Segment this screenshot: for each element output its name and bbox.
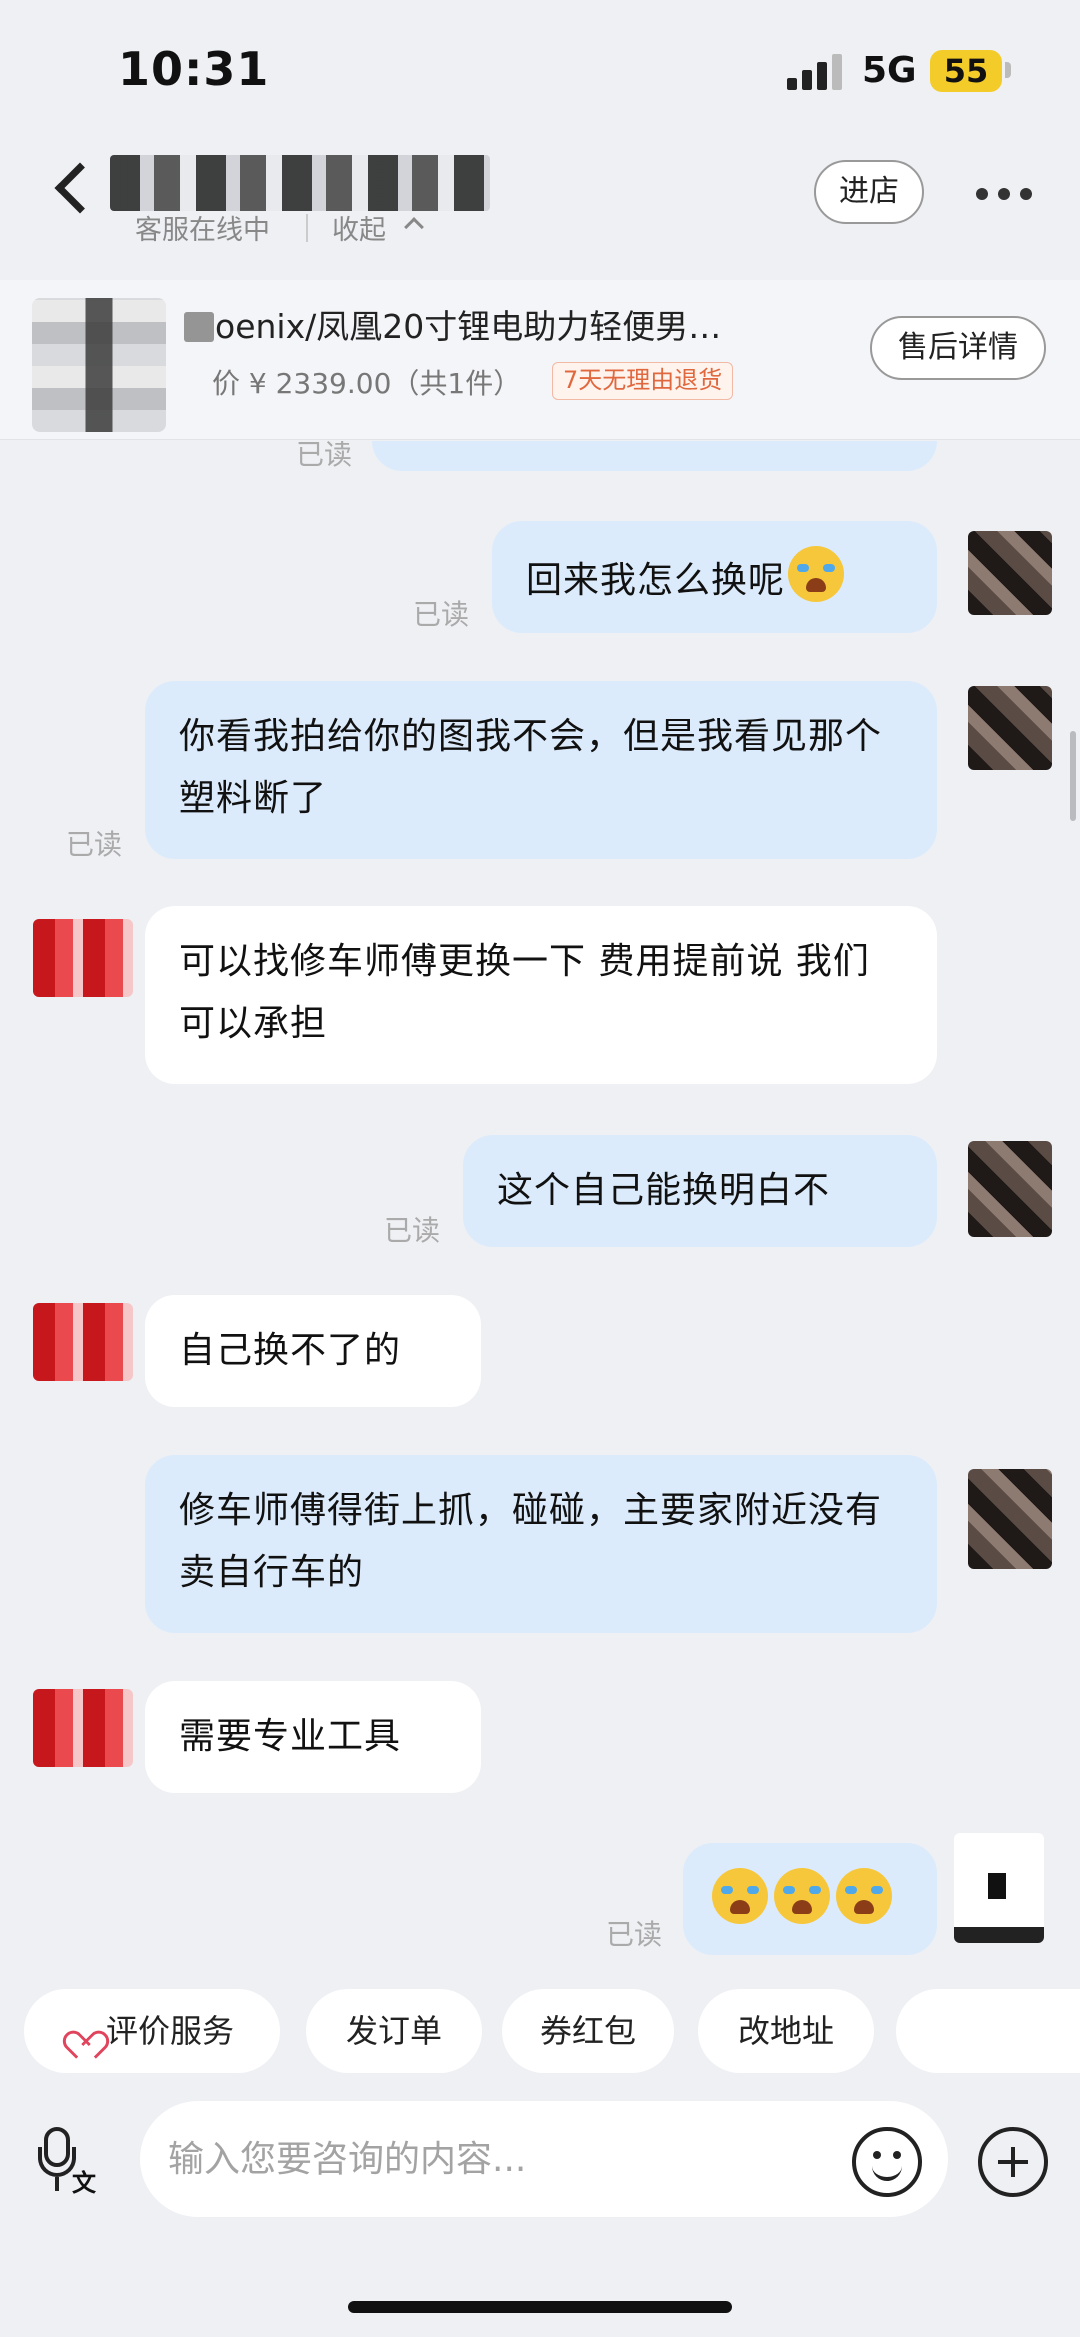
message-bubble[interactable]: 需要专业工具 <box>145 1681 481 1793</box>
message-text: 你看我拍给你的图我不会，但是我看见那个塑料断了 <box>179 716 883 819</box>
crying-laughing-emoji <box>788 546 845 602</box>
heart-icon <box>70 2019 96 2045</box>
customer-service-status: 客服在线中 <box>135 215 270 246</box>
collapse-toggle[interactable]: 收起 <box>332 208 386 247</box>
smile-icon[interactable] <box>852 2127 922 2197</box>
message-text: 回来我怎么换呢 <box>526 560 786 601</box>
message-bubble[interactable]: 自己换不了的 <box>145 1295 481 1407</box>
chip-label: 改地址 <box>737 2012 834 2050</box>
home-indicator[interactable] <box>348 2301 732 2313</box>
shop-name-redacted <box>110 155 490 211</box>
status-bar: 10:31 5G 55 <box>0 0 1080 140</box>
coupon-chip[interactable]: 券红包 <box>502 1989 674 2073</box>
message-text: 自己换不了的 <box>179 1330 402 1371</box>
signal-icon <box>787 54 843 90</box>
chevron-up-icon[interactable] <box>404 217 424 237</box>
product-price: 价 ¥ 2339.00（共1件） <box>212 367 522 400</box>
product-card[interactable]: oenix/凤凰20寸锂电助力轻便男… 价 ¥ 2339.00（共1件） 7天无… <box>0 280 1080 440</box>
plus-circle-icon[interactable] <box>978 2127 1048 2197</box>
send-order-chip[interactable]: 发订单 <box>306 1989 482 2073</box>
loudly-crying-emoji <box>774 1868 830 1924</box>
message-bubble-partial <box>372 441 937 471</box>
chevron-left-icon[interactable] <box>54 162 106 214</box>
avatar <box>968 1469 1052 1569</box>
message-text: 需要专业工具 <box>179 1716 402 1757</box>
message-text: 修车师傅得街上抓，碰碰，主要家附近没有卖自行车的 <box>179 1490 883 1593</box>
loudly-crying-emoji <box>712 1868 768 1924</box>
return-policy-badge: 7天无理由退货 <box>552 362 734 400</box>
message-bubble[interactable]: 回来我怎么换呢 <box>492 521 937 633</box>
input-bar: 文 <box>0 2085 1080 2235</box>
chat-messages[interactable]: 已读 已读 回来我怎么换呢 已读 你看我拍给你的图我不会，但是我看见那个塑料断了… <box>0 441 1080 1981</box>
more-horizontal-icon[interactable] <box>976 188 1032 200</box>
message-bubble[interactable]: 这个自己能换明白不 <box>463 1135 937 1247</box>
battery-indicator: 55 <box>930 50 1002 92</box>
product-title[interactable]: oenix/凤凰20寸锂电助力轻便男… <box>215 300 815 348</box>
product-thumbnail[interactable] <box>32 298 166 432</box>
quick-action-bar: 评价服务 发订单 券红包 改地址 <box>0 1981 1080 2081</box>
change-address-chip[interactable]: 改地址 <box>698 1989 874 2073</box>
chip-label: 发订单 <box>345 2012 442 2050</box>
network-type: 5G <box>862 50 917 91</box>
more-chip-partial[interactable] <box>896 1989 1080 2073</box>
message-bubble[interactable]: 你看我拍给你的图我不会，但是我看见那个塑料断了 <box>145 681 937 859</box>
read-receipt: 已读 <box>296 441 353 471</box>
avatar <box>968 531 1052 615</box>
avatar <box>33 1689 133 1767</box>
battery-tip <box>1005 62 1011 78</box>
read-receipt: 已读 <box>384 1214 441 1247</box>
after-sale-details-button[interactable]: 售后详情 <box>870 316 1046 380</box>
loudly-crying-emoji <box>836 1868 892 1924</box>
avatar <box>954 1833 1044 1943</box>
message-bubble[interactable] <box>683 1843 937 1955</box>
status-time: 10:31 <box>118 42 270 96</box>
read-receipt: 已读 <box>606 1918 663 1951</box>
rate-service-chip[interactable]: 评价服务 <box>24 1989 280 2073</box>
message-text: 可以找修车师傅更换一下 费用提前说 我们可以承担 <box>179 941 870 1044</box>
avatar <box>33 1303 133 1381</box>
message-bubble[interactable]: 可以找修车师傅更换一下 费用提前说 我们可以承担 <box>145 906 937 1084</box>
read-receipt: 已读 <box>66 828 123 861</box>
enter-shop-button[interactable]: 进店 <box>814 160 924 224</box>
scrollbar[interactable] <box>1070 731 1076 821</box>
message-input[interactable] <box>140 2101 948 2217</box>
read-receipt: 已读 <box>413 598 470 631</box>
product-title-redacted <box>184 312 214 342</box>
message-bubble[interactable]: 修车师傅得街上抓，碰碰，主要家附近没有卖自行车的 <box>145 1455 937 1633</box>
avatar <box>968 686 1052 770</box>
status-divider <box>306 214 308 242</box>
chat-header: 客服在线中 收起 进店 <box>0 140 1080 280</box>
chip-label: 券红包 <box>539 2012 636 2050</box>
voice-to-text-tag[interactable]: 文 <box>72 2163 96 2198</box>
avatar <box>33 919 133 997</box>
avatar <box>968 1141 1052 1237</box>
message-text: 这个自己能换明白不 <box>497 1170 831 1211</box>
chip-label: 评价服务 <box>105 2012 234 2050</box>
